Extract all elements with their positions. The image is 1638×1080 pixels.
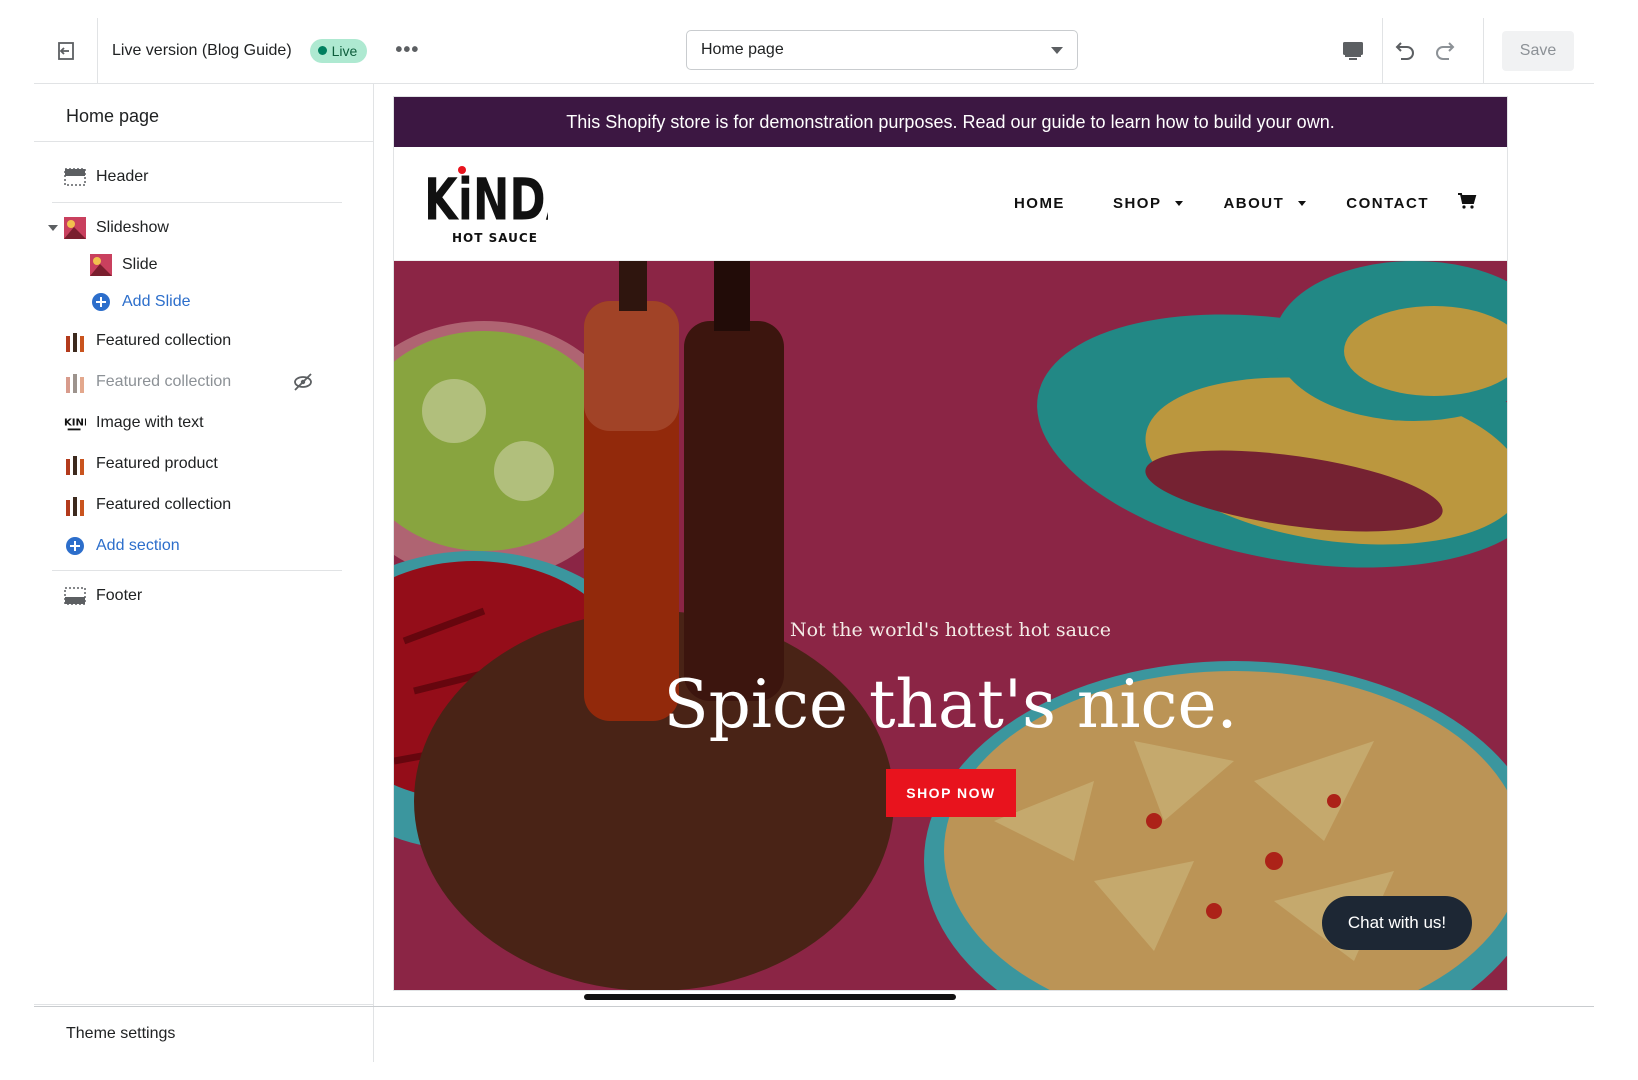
- bottles-icon: [64, 371, 86, 393]
- exit-button[interactable]: [34, 17, 98, 84]
- sidebar-item-footer[interactable]: Footer: [64, 581, 142, 611]
- nav-contact-label: CONTACT: [1346, 195, 1429, 212]
- nav-contact[interactable]: CONTACT: [1346, 195, 1429, 212]
- sidebar-item-featured-product[interactable]: Featured product: [64, 449, 218, 479]
- undo-button[interactable]: [1383, 18, 1425, 84]
- chevron-down-icon: [1051, 46, 1063, 54]
- toolbar-divider: [1483, 18, 1484, 84]
- sidebar-item-label: Featured collection: [96, 332, 232, 349]
- sidebar-divider: [52, 202, 342, 203]
- sections-sidebar: Home page Header Slideshow Slide Add Sli…: [34, 84, 374, 1062]
- dropdown-caret-icon: [1298, 201, 1307, 206]
- live-badge-label: Live: [331, 42, 358, 59]
- plus-circle-icon: [64, 535, 86, 557]
- nav-home[interactable]: HOME: [1014, 195, 1065, 212]
- save-button[interactable]: Save: [1502, 31, 1574, 71]
- exit-icon: [57, 41, 74, 60]
- nav-shop[interactable]: SHOP: [1113, 195, 1184, 212]
- sidebar-item-slideshow[interactable]: Slideshow: [64, 213, 169, 243]
- add-slide-label: Add Slide: [122, 293, 191, 310]
- add-section-label: Add section: [96, 537, 180, 554]
- add-slide-button[interactable]: Add Slide: [90, 287, 191, 317]
- slideshow-thumbnail-icon: [64, 217, 86, 239]
- sidebar-item-label: Header: [96, 168, 149, 185]
- redo-icon: [1436, 42, 1455, 60]
- add-section-button[interactable]: Add section: [64, 531, 180, 561]
- dropdown-caret-icon: [1175, 201, 1184, 206]
- sidebar-item-label: Footer: [96, 587, 143, 604]
- sidebar-divider: [52, 570, 342, 571]
- logo-thumbnail-icon: KINDA: [64, 412, 86, 434]
- home-indicator-scrollbar[interactable]: [584, 994, 956, 1000]
- sidebar-item-slide[interactable]: Slide: [90, 250, 158, 280]
- header-layout-icon: [64, 166, 86, 188]
- page-selector-value: Home page: [701, 41, 784, 58]
- logo-subtitle: HOT SAUCE: [452, 231, 538, 245]
- svg-text:KINDA: KINDA: [64, 418, 86, 429]
- announcement-bar[interactable]: This Shopify store is for demonstration …: [394, 97, 1507, 147]
- desktop-icon: [1342, 42, 1363, 60]
- sidebar-item-label: Slideshow: [96, 219, 169, 236]
- nav-shop-label: SHOP: [1112, 195, 1162, 212]
- hero-subtitle: Not the world's hottest hot sauce: [789, 619, 1112, 641]
- sidebar-item-label: Slide: [122, 256, 158, 273]
- hidden-eye-icon[interactable]: [292, 371, 314, 398]
- page-selector[interactable]: Home page: [686, 30, 1078, 70]
- collapse-caret-icon[interactable]: [48, 225, 58, 231]
- undo-icon: [1395, 42, 1414, 60]
- chat-button[interactable]: Chat with us!: [1322, 896, 1472, 950]
- live-status-badge: Live: [309, 38, 368, 63]
- bottles-icon: [64, 453, 86, 475]
- sidebar-item-label: Image with text: [96, 414, 204, 431]
- store-header: KiNDA HOT SAUCE HOME SHOP ABOUT: [394, 147, 1507, 261]
- slideshow-hero[interactable]: Not the world's hottest hot sauce Spice …: [394, 261, 1507, 990]
- bottom-divider: [34, 1006, 1594, 1007]
- shop-now-button[interactable]: SHOP NOW: [886, 769, 1016, 817]
- top-bar: Live version (Blog Guide) Live ••• Home …: [34, 17, 1594, 84]
- toolbar-right: Save: [1323, 18, 1594, 84]
- plus-circle-icon: [90, 291, 112, 313]
- theme-version-label: Live version (Blog Guide): [112, 41, 292, 59]
- main-navigation: HOME SHOP ABOUT CONTACT: [1014, 192, 1477, 215]
- device-preview-button[interactable]: [1323, 18, 1383, 84]
- logo-wordmark: KiNDA: [424, 167, 548, 233]
- nav-home-label: HOME: [1013, 195, 1065, 212]
- cart-icon[interactable]: [1457, 192, 1477, 215]
- store-preview: This Shopify store is for demonstration …: [393, 96, 1508, 991]
- bottles-icon: [64, 330, 86, 352]
- sidebar-item-label: Featured product: [96, 455, 218, 472]
- live-dot-icon: [317, 46, 327, 55]
- sidebar-item-image-with-text[interactable]: KINDA Image with text: [64, 408, 204, 438]
- theme-settings-button[interactable]: Theme settings: [34, 1004, 374, 1062]
- sidebar-item-featured-collection[interactable]: Featured collection: [64, 326, 231, 356]
- sidebar-item-featured-collection-2[interactable]: Featured collection: [64, 490, 231, 520]
- nav-about[interactable]: ABOUT: [1223, 195, 1307, 212]
- theme-editor: Live version (Blog Guide) Live ••• Home …: [34, 17, 1594, 1062]
- sidebar-title: Home page: [34, 84, 373, 142]
- hero-title: Spice that's nice.: [663, 666, 1238, 743]
- slide-thumbnail-icon: [90, 254, 112, 276]
- footer-layout-icon: [64, 585, 86, 607]
- sidebar-item-label: Featured collection: [96, 373, 232, 390]
- redo-button[interactable]: [1425, 18, 1467, 84]
- sidebar-item-featured-collection-hidden[interactable]: Featured collection: [64, 367, 231, 397]
- sidebar-item-label: Featured collection: [96, 496, 232, 513]
- nav-about-label: ABOUT: [1223, 195, 1285, 212]
- sidebar-item-header[interactable]: Header: [64, 162, 148, 192]
- store-logo[interactable]: KiNDA HOT SAUCE: [424, 162, 580, 246]
- bottles-icon: [64, 494, 86, 516]
- more-actions-button[interactable]: •••: [395, 39, 419, 62]
